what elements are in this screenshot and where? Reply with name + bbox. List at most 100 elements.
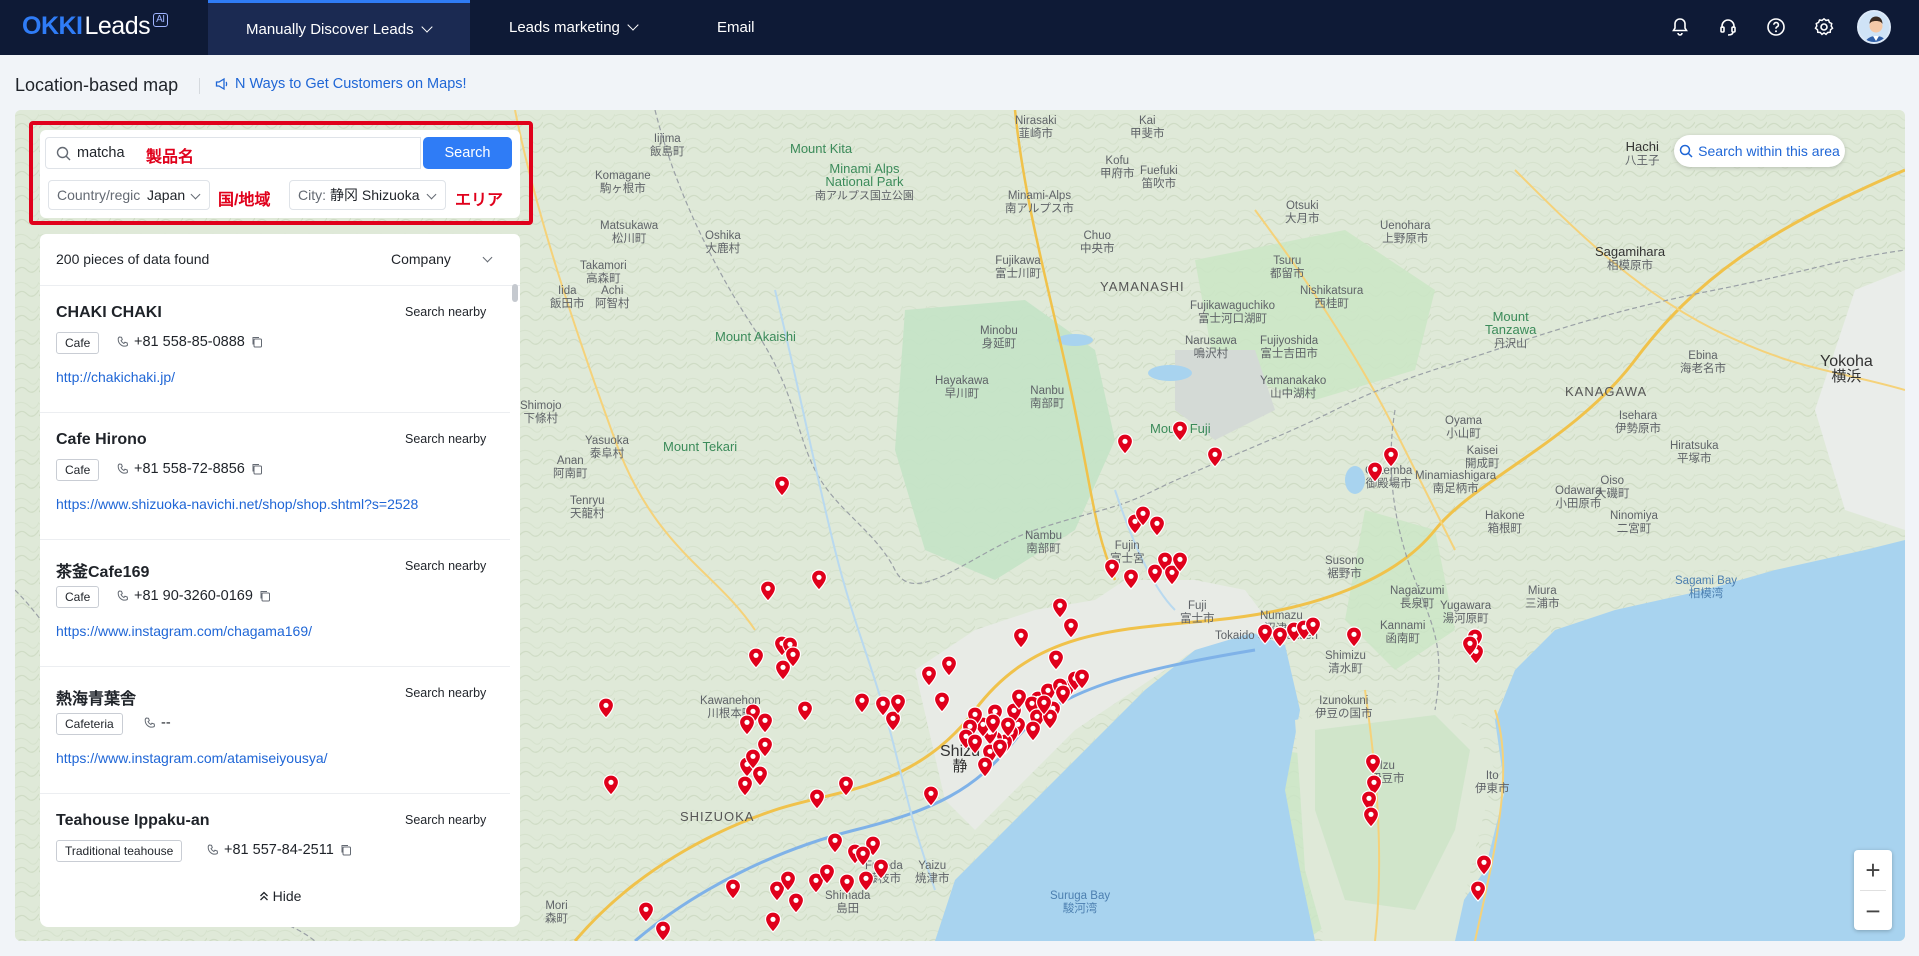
map-pin-icon[interactable] — [889, 693, 907, 715]
map-pin-icon[interactable] — [1054, 684, 1072, 706]
search-nearby-link[interactable]: Search nearby — [405, 813, 486, 827]
map-pin-icon[interactable] — [1475, 854, 1493, 876]
map-pin-icon[interactable] — [1362, 806, 1380, 828]
map-pin-icon[interactable] — [784, 646, 802, 668]
map-pin-icon[interactable] — [796, 700, 814, 722]
map-pin-icon[interactable] — [756, 712, 774, 734]
map-pin-icon[interactable] — [854, 845, 872, 867]
map-pin-icon[interactable] — [826, 832, 844, 854]
map-pin-icon[interactable] — [602, 774, 620, 796]
nav-email[interactable]: Email — [717, 0, 755, 55]
nav-label: Manually Discover Leads — [246, 20, 414, 38]
map-pin-icon[interactable] — [1364, 753, 1382, 775]
results-sort-select[interactable]: Company — [391, 251, 493, 267]
result-card[interactable]: 茶釜Cafe169 Search nearby Cafe +81 90-3260… — [40, 540, 510, 667]
map-pin-icon[interactable] — [1012, 627, 1030, 649]
map-pin-icon[interactable] — [747, 647, 765, 669]
map-pin-icon[interactable] — [837, 775, 855, 797]
result-url-link[interactable]: https://www.shizuoka-navichi.net/shop/sh… — [56, 496, 418, 512]
map-label-komagane: Komagane 駒ヶ根市 — [595, 170, 651, 195]
map-pin-icon[interactable] — [933, 691, 951, 713]
search-nearby-link[interactable]: Search nearby — [405, 686, 486, 700]
zoom-out-button[interactable]: − — [1854, 891, 1892, 931]
map-pin-icon[interactable] — [1010, 688, 1028, 710]
map-pin-icon[interactable] — [1345, 626, 1363, 648]
map-pin-icon[interactable] — [1122, 568, 1140, 590]
map-pin-icon[interactable] — [738, 714, 756, 736]
user-avatar[interactable] — [1857, 10, 1891, 44]
gear-icon[interactable] — [1813, 16, 1835, 38]
headset-icon[interactable] — [1717, 16, 1739, 38]
result-card[interactable]: Cafe Hirono Search nearby Cafe +81 558-7… — [40, 413, 510, 540]
map-pin-icon[interactable] — [1461, 635, 1479, 657]
map-pin-icon[interactable] — [759, 580, 777, 602]
map-pin-icon[interactable] — [808, 788, 826, 810]
copy-icon[interactable] — [251, 336, 263, 348]
map-pin-icon[interactable] — [940, 655, 958, 677]
search-within-area-button[interactable]: Search within this area — [1674, 135, 1845, 167]
results-scrollbar[interactable] — [512, 284, 518, 302]
copy-icon[interactable] — [340, 844, 352, 856]
help-icon[interactable] — [1765, 16, 1787, 38]
result-url-link[interactable]: http://chakichaki.jp/ — [56, 369, 175, 385]
map-pin-icon[interactable] — [1062, 617, 1080, 639]
map-label-sagami-bay: Sagami Bay 相模湾 — [1675, 575, 1738, 600]
map-pin-icon[interactable] — [1134, 505, 1152, 527]
map-pin-icon[interactable] — [1051, 597, 1069, 619]
map-pin-icon[interactable] — [922, 785, 940, 807]
map-pin-icon[interactable] — [637, 901, 655, 923]
map-pin-icon[interactable] — [779, 870, 797, 892]
okki-leads-logo[interactable]: OKKI Leads AI — [22, 12, 168, 41]
map-pin-icon[interactable] — [1171, 420, 1189, 442]
result-card[interactable]: 熱海青葉舎 Search nearby Cafeteria -- https:/… — [40, 667, 510, 794]
hide-results-button[interactable]: Hide — [40, 888, 520, 904]
zoom-in-button[interactable]: + — [1854, 850, 1892, 890]
bell-icon[interactable] — [1669, 16, 1691, 38]
map-pin-icon[interactable] — [1171, 551, 1189, 573]
map-pin-icon[interactable] — [966, 733, 984, 755]
map-pin-icon[interactable] — [818, 863, 836, 885]
map-pin-icon[interactable] — [736, 775, 754, 797]
result-url-link[interactable]: https://www.instagram.com/chagama169/ — [56, 623, 312, 639]
map-pin-icon[interactable] — [1206, 446, 1224, 468]
map-label-kai: Kai 甲斐市 — [1130, 115, 1165, 140]
search-nearby-link[interactable]: Search nearby — [405, 559, 486, 573]
map-pin-icon[interactable] — [597, 697, 615, 719]
map-pin-icon[interactable] — [1116, 433, 1134, 455]
map-pin-icon[interactable] — [991, 738, 1009, 760]
tips-link[interactable]: N Ways to Get Customers on Maps! — [215, 76, 467, 92]
map-pin-icon[interactable] — [1304, 616, 1322, 638]
map-pin-icon[interactable] — [1047, 649, 1065, 671]
map-pin-icon[interactable] — [724, 878, 742, 900]
search-nearby-link[interactable]: Search nearby — [405, 432, 486, 446]
chevron-down-icon — [627, 19, 639, 31]
map-pin-icon[interactable] — [1382, 446, 1400, 468]
map-pin-icon[interactable] — [1035, 694, 1053, 716]
map-pin-icon[interactable] — [810, 569, 828, 591]
map-pin-icon[interactable] — [838, 873, 856, 895]
map-pin-icon[interactable] — [787, 892, 805, 914]
map-pin-icon[interactable] — [999, 716, 1017, 738]
nav-leads-marketing[interactable]: Leads marketing — [509, 0, 639, 55]
map-pin-icon[interactable] — [1103, 558, 1121, 580]
map-pin-icon[interactable] — [853, 692, 871, 714]
search-nearby-link[interactable]: Search nearby — [405, 305, 486, 319]
result-url-link[interactable]: https://www.instagram.com/atamiseiyousya… — [56, 750, 328, 766]
nav-manually-discover-leads[interactable]: Manually Discover Leads — [208, 0, 470, 55]
map-pin-icon[interactable] — [764, 911, 782, 933]
map-label-susono: Susono 裾野市 — [1325, 555, 1365, 580]
copy-icon[interactable] — [251, 463, 263, 475]
result-name: Teahouse Ippaku-an — [56, 812, 210, 829]
copy-icon[interactable] — [259, 590, 271, 602]
map-pin-icon[interactable] — [654, 920, 672, 941]
map-pin-icon[interactable] — [1256, 623, 1274, 645]
map-pin-icon[interactable] — [773, 475, 791, 497]
map-pin-icon[interactable] — [1469, 880, 1487, 902]
map-pin-icon[interactable] — [920, 665, 938, 687]
map-pin-icon[interactable] — [1073, 668, 1091, 690]
map-pin-icon[interactable] — [756, 736, 774, 758]
map-pin-icon[interactable] — [1366, 461, 1384, 483]
map-label-kannami: Kannami 函南町 — [1380, 620, 1426, 645]
map-pin-icon[interactable] — [857, 870, 875, 892]
result-card[interactable]: CHAKI CHAKI Search nearby Cafe +81 558-8… — [40, 286, 510, 413]
